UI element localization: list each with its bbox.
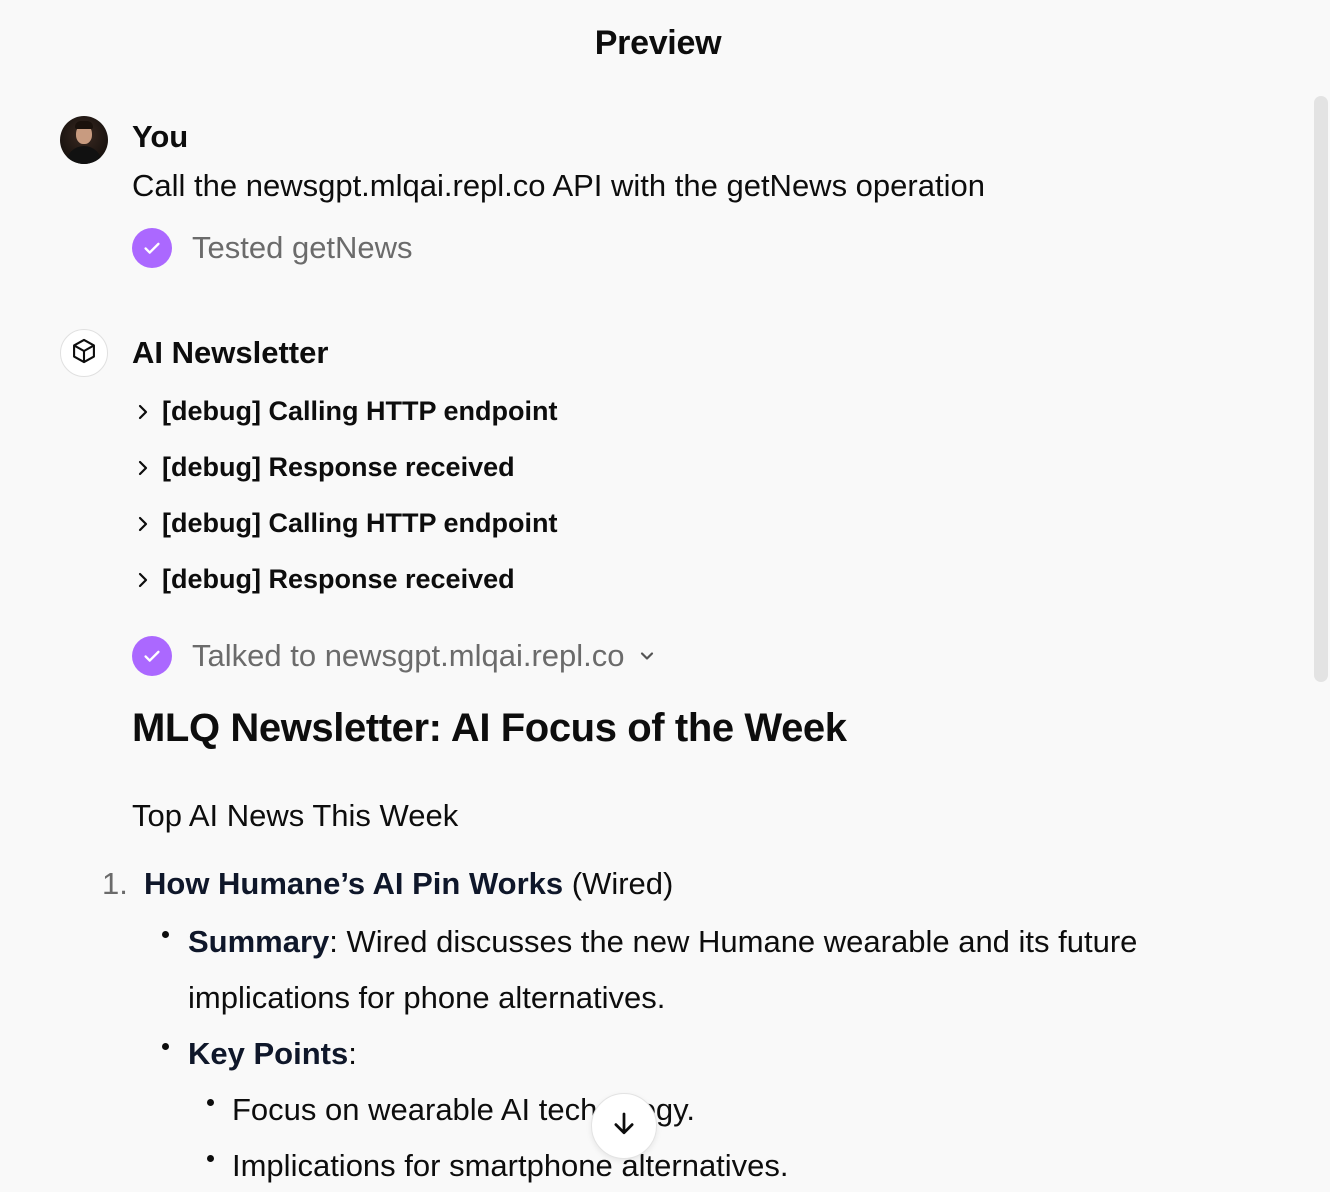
debug-item-label: [debug] Calling HTTP endpoint [162, 508, 558, 538]
chevron-down-icon[interactable] [637, 646, 657, 666]
scrollbar[interactable] [1308, 94, 1330, 684]
gpt-author-name: AI Newsletter [132, 335, 329, 370]
summary-text-continued: implications for phone alternatives. [188, 980, 666, 1015]
chevron-right-icon [136, 570, 158, 590]
check-icon [132, 228, 172, 268]
debug-item-label: [debug] Response received [162, 452, 515, 482]
bullet-icon [162, 931, 169, 938]
debug-item-label: [debug] Response received [162, 564, 515, 594]
scrollbar-thumb[interactable] [1314, 96, 1328, 682]
bullet-icon [207, 1099, 214, 1106]
key-points-label: Key Points [188, 1036, 349, 1071]
list-item-title: How Humane’s AI Pin Works (Wired) [144, 866, 673, 902]
key-point-item: Implications for smartphone alternatives… [232, 1148, 789, 1183]
chevron-right-icon [136, 514, 158, 534]
debug-item[interactable]: [debug] Calling HTTP endpoint [136, 508, 557, 539]
bullet-icon [207, 1155, 214, 1162]
article-source: (Wired) [563, 866, 674, 901]
section-heading: Top AI News This Week [132, 798, 459, 833]
check-icon [132, 636, 172, 676]
newsletter-title: MLQ Newsletter: AI Focus of the Week [132, 706, 847, 750]
summary-text: : Wired discusses the new Humane wearabl… [329, 924, 1138, 959]
page-title: Preview [594, 24, 722, 62]
scroll-to-bottom-button[interactable] [591, 1093, 657, 1159]
preview-page: Preview You Call the newsgpt.mlqai.repl.… [0, 0, 1330, 1192]
summary-bullet: Summary: Wired discusses the new Humane … [188, 914, 1137, 970]
user-avatar [60, 116, 108, 164]
arrow-down-icon [609, 1109, 639, 1144]
debug-item[interactable]: [debug] Calling HTTP endpoint [136, 396, 557, 427]
gpt-avatar [60, 329, 108, 377]
talked-to-status[interactable]: Talked to newsgpt.mlqai.repl.co [132, 636, 657, 676]
key-points-bullet: Key Points: [188, 1026, 357, 1082]
chevron-right-icon [136, 458, 158, 478]
user-message-text: Call the newsgpt.mlqai.repl.co API with … [132, 168, 985, 203]
debug-item[interactable]: [debug] Response received [136, 452, 515, 483]
cube-icon [70, 337, 98, 370]
key-points-colon: : [348, 1036, 357, 1071]
article-title: How Humane’s AI Pin Works [144, 866, 564, 901]
debug-item-label: [debug] Calling HTTP endpoint [162, 396, 558, 426]
user-author-name: You [132, 119, 189, 154]
tested-getnews-status: Tested getNews [132, 228, 413, 268]
tool-status-label: Talked to newsgpt.mlqai.repl.co [192, 638, 625, 673]
tool-status-label: Tested getNews [192, 230, 413, 265]
bullet-icon [162, 1043, 169, 1050]
summary-label: Summary [188, 924, 330, 959]
chevron-right-icon [136, 402, 158, 422]
debug-item[interactable]: [debug] Response received [136, 564, 515, 595]
list-item-number: 1. [102, 866, 128, 901]
